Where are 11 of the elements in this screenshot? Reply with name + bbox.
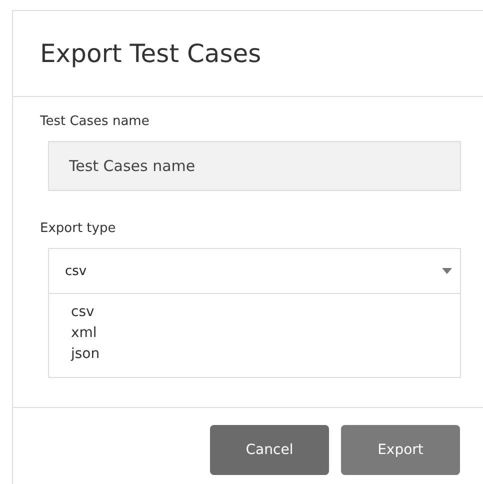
dropdown-caret-icon bbox=[442, 268, 452, 274]
export-type-select[interactable]: csv bbox=[48, 248, 461, 294]
dropdown-option[interactable]: json bbox=[49, 344, 460, 365]
dropdown-option[interactable]: csv bbox=[49, 302, 460, 323]
field-label: Test Cases name bbox=[40, 114, 150, 129]
export-button[interactable]: Export bbox=[341, 425, 460, 475]
dialog-title: Export Test Cases bbox=[40, 39, 262, 68]
name-input-field[interactable]: Test Cases name bbox=[48, 141, 461, 191]
cancel-button[interactable]: Cancel bbox=[210, 425, 329, 475]
dropdown-option[interactable]: xml bbox=[49, 323, 460, 344]
field-label: Export type bbox=[40, 221, 117, 236]
